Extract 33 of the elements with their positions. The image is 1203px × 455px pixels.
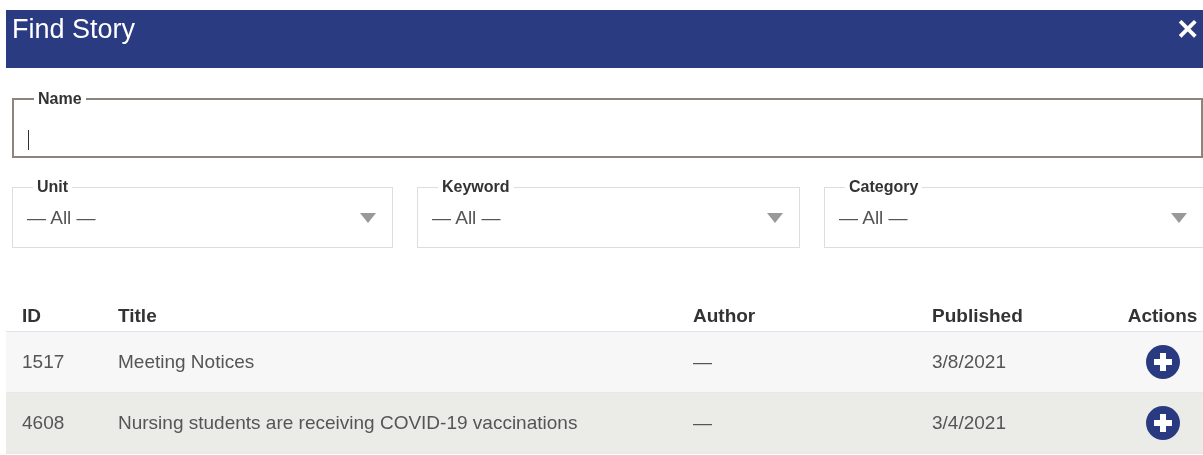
add-icon[interactable] xyxy=(1145,406,1180,440)
dropdown-arrow-icon xyxy=(1171,213,1187,223)
field-label: Name xyxy=(37,90,83,108)
dropdown-value: — All — xyxy=(27,207,96,229)
table-cell-text: Nursing students are receiving COVID-19 vaccinations xyxy=(117,412,579,434)
table-row[interactable]: 1517 Meeting Notices — 3/8/2021 xyxy=(6,332,1203,393)
table-cell-text: 4608 xyxy=(21,412,66,434)
column-header: Title xyxy=(117,304,158,327)
field-label: Keyword xyxy=(441,178,511,196)
column-header: ID xyxy=(21,304,42,327)
dropdown[interactable]: Unit — All — xyxy=(12,178,393,248)
table-cell-text: 1517 xyxy=(21,351,66,373)
add-icon[interactable] xyxy=(1145,345,1180,379)
dropdown[interactable]: Keyword — All — xyxy=(417,178,800,248)
table-row[interactable]: 4608 Nursing students are receiving COVID-19 vaccinations — 3/4/2021 xyxy=(6,393,1203,454)
field-label: Category xyxy=(848,178,920,196)
table-cell-text: — xyxy=(692,351,713,373)
dropdown-value: — All — xyxy=(432,207,501,229)
column-header: Author xyxy=(692,304,757,327)
table-cell-text: Meeting Notices xyxy=(117,351,256,373)
column-header: Actions xyxy=(1126,304,1199,327)
close-button[interactable]: ✕ xyxy=(1172,16,1203,44)
dropdown-arrow-icon xyxy=(767,213,783,223)
dropdown[interactable]: Category — All — xyxy=(824,178,1203,248)
dropdown-arrow-icon xyxy=(360,213,376,223)
column-header: Published xyxy=(931,304,1024,327)
dropdown-value: — All — xyxy=(839,207,908,229)
table-cell-text: — xyxy=(692,412,713,434)
table-cell-text: 3/4/2021 xyxy=(931,412,1007,434)
table-cell-text: 3/8/2021 xyxy=(931,351,1007,373)
window-title: Find Story xyxy=(12,14,136,45)
name-field[interactable]: Name xyxy=(12,90,1203,158)
field-label: Unit xyxy=(36,178,70,196)
